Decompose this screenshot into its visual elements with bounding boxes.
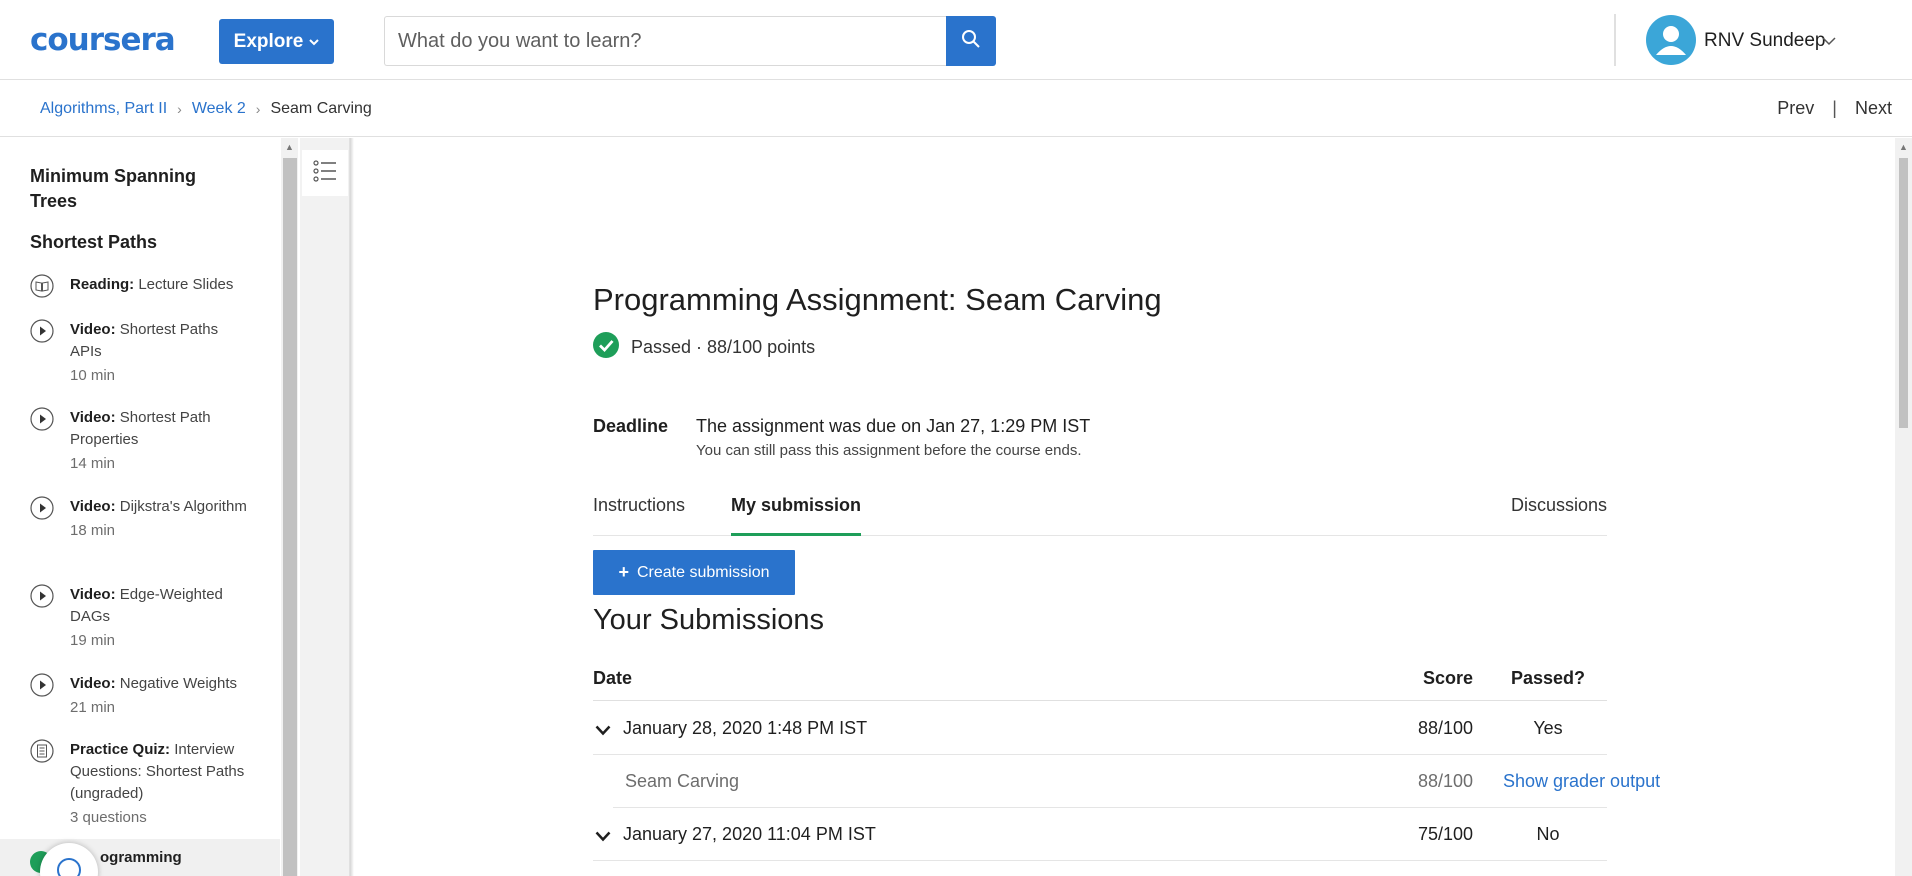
- user-menu[interactable]: RNV Sundeep: [1704, 30, 1825, 52]
- breadcrumb: Algorithms, Part II › Week 2 › Seam Carv…: [40, 100, 372, 118]
- rail-shadow: [350, 138, 354, 876]
- book-icon: [30, 274, 54, 298]
- table-row[interactable]: January 28, 2020 1:48 PM IST 88/100 Yes: [593, 702, 1607, 755]
- search-field: [384, 16, 947, 66]
- status-line: Passed · 88/100 points: [593, 332, 815, 363]
- breadcrumb-course[interactable]: Algorithms, Part II: [40, 100, 167, 118]
- prev-next-nav: Prev | Next: [1777, 98, 1892, 119]
- active-item-label: ogramming: [100, 849, 182, 866]
- chat-icon: [55, 856, 83, 876]
- chevron-right-icon: ›: [177, 101, 182, 117]
- play-icon: [30, 584, 54, 608]
- item-type: Video:: [70, 409, 116, 426]
- scroll-up-icon[interactable]: ▲: [1899, 142, 1908, 152]
- table-subrow: Seam Carving 88/100 Show grader output: [613, 755, 1660, 808]
- quiz-icon: [30, 739, 54, 763]
- chevron-down-icon[interactable]: [595, 720, 611, 741]
- part-name: Seam Carving: [625, 771, 740, 791]
- prev-link[interactable]: Prev: [1777, 98, 1814, 119]
- search-input[interactable]: [385, 17, 947, 65]
- item-type: Video:: [70, 321, 116, 338]
- item-duration: 19 min: [70, 632, 116, 649]
- play-icon: [30, 407, 54, 431]
- scroll-up-icon[interactable]: ▲: [285, 142, 294, 152]
- submissions-title: Your Submissions: [593, 604, 825, 636]
- col-passed: Passed?: [1510, 668, 1586, 688]
- search-icon: [961, 29, 981, 54]
- explore-button[interactable]: Explore: [219, 19, 334, 64]
- page-title: Programming Assignment: Seam Carving: [593, 282, 1162, 317]
- row-score: 88/100: [1417, 718, 1473, 738]
- main-content: Programming Assignment: Seam Carving Pas…: [355, 138, 1895, 876]
- row-passed: No: [1536, 824, 1560, 844]
- table-header: Date Score Passed?: [593, 662, 1607, 701]
- coursera-logo[interactable]: coursera: [30, 22, 176, 58]
- play-icon: [30, 673, 54, 697]
- chevron-down-icon: [309, 35, 320, 49]
- item-type: Reading:: [70, 276, 135, 293]
- sidebar-scrollbar[interactable]: ▲: [281, 138, 298, 876]
- status-text: Passed · 88/100 points: [631, 337, 816, 357]
- sidebar-heading-shortest-paths[interactable]: Shortest Paths: [30, 230, 157, 255]
- top-header: coursera Explore RNV Sundeep: [0, 0, 1912, 80]
- toc-rail: [300, 138, 350, 876]
- create-submission-label: Create submission: [637, 563, 770, 581]
- item-title: Negative Weights: [119, 675, 238, 692]
- deadline-label: Deadline: [593, 416, 669, 436]
- deadline-text: The assignment was due on Jan 27, 1:29 P…: [696, 416, 1091, 436]
- avatar[interactable]: [1646, 15, 1696, 65]
- item-title: Dijkstra's Algorithm: [119, 498, 247, 515]
- show-grader-output-link[interactable]: Show grader output: [1503, 771, 1660, 792]
- main-scrollbar[interactable]: ▲: [1895, 138, 1912, 876]
- deadline-note: You can still pass this assignment befor…: [696, 442, 1082, 459]
- item-duration: 21 min: [70, 699, 116, 716]
- row-date: January 28, 2020 1:48 PM IST: [623, 718, 868, 738]
- breadcrumb-bar: Algorithms, Part II › Week 2 › Seam Carv…: [0, 80, 1912, 137]
- breadcrumb-current: Seam Carving: [270, 100, 372, 117]
- next-link[interactable]: Next: [1855, 98, 1892, 119]
- breadcrumb-week[interactable]: Week 2: [192, 100, 246, 118]
- tab-discussions[interactable]: Discussions: [1511, 494, 1607, 536]
- table-row[interactable]: January 27, 2020 11:04 PM IST 75/100 No: [593, 808, 1607, 861]
- user-icon: [1656, 26, 1686, 55]
- item-type: Practice Quiz:: [70, 741, 171, 758]
- row-date: January 27, 2020 11:04 PM IST: [623, 824, 876, 844]
- item-title: Lecture Slides: [138, 276, 234, 293]
- part-score: 88/100: [1417, 771, 1473, 791]
- assignment-tabs: Instructions My submission Discussions: [593, 494, 1607, 536]
- col-date: Date: [593, 668, 633, 688]
- sidebar-heading-mst[interactable]: Minimum Spanning Trees: [30, 164, 230, 214]
- tab-instructions[interactable]: Instructions: [593, 494, 685, 536]
- plus-icon: +: [618, 562, 629, 582]
- row-score: 75/100: [1417, 824, 1473, 844]
- item-type: Video:: [70, 586, 116, 603]
- sidebar-scroll-thumb[interactable]: [283, 158, 297, 876]
- chevron-right-icon: ›: [255, 101, 261, 117]
- header-divider: [1614, 14, 1616, 66]
- toc-toggle-button[interactable]: [302, 150, 348, 196]
- main-scroll-thumb[interactable]: [1899, 158, 1908, 428]
- tab-my-submission[interactable]: My submission: [731, 494, 862, 536]
- col-score: Score: [1422, 668, 1473, 688]
- nav-separator: |: [1832, 98, 1837, 118]
- item-duration: 10 min: [70, 367, 116, 384]
- play-icon: [30, 319, 54, 343]
- item-meta: 3 questions: [70, 809, 147, 826]
- check-circle-icon: [593, 332, 619, 363]
- course-sidebar: Minimum Spanning Trees Shortest Paths Re…: [0, 138, 280, 876]
- item-duration: 14 min: [70, 455, 116, 472]
- row-passed: Yes: [1533, 718, 1563, 738]
- item-duration: 18 min: [70, 522, 116, 539]
- chevron-down-icon[interactable]: [595, 826, 611, 847]
- play-icon: [30, 496, 54, 520]
- item-type: Video:: [70, 498, 116, 515]
- list-icon: [313, 159, 337, 187]
- create-submission-button[interactable]: + Create submission: [593, 550, 795, 595]
- item-type: Video:: [70, 675, 116, 692]
- explore-label: Explore: [233, 30, 304, 52]
- search-button[interactable]: [946, 16, 996, 66]
- chevron-down-icon[interactable]: [1822, 33, 1836, 51]
